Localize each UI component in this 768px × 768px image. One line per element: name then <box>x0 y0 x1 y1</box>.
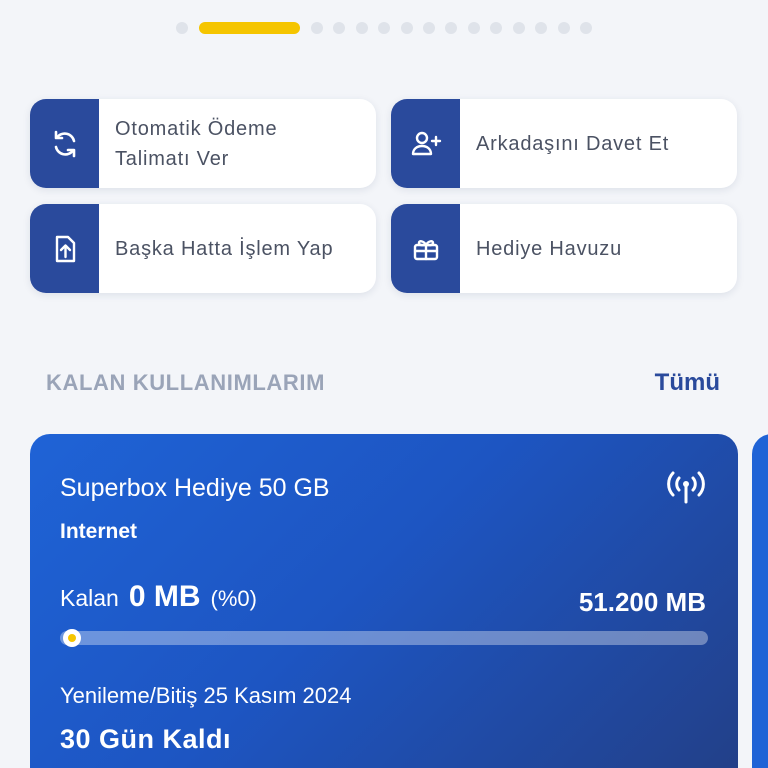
usage-progress-bar <box>60 629 708 647</box>
pager-dot-active[interactable] <box>199 22 300 34</box>
pager-dot[interactable] <box>558 22 570 34</box>
pager-dot[interactable] <box>468 22 480 34</box>
upload-file-icon <box>55 235 75 262</box>
gift-pool-label: Hediye Havuzu <box>476 237 623 260</box>
pager-dot[interactable] <box>378 22 390 34</box>
remaining-usage-title: KALAN KULLANIMLARIM <box>46 370 326 395</box>
invite-friend-card[interactable]: Arkadaşını Davet Et <box>391 99 737 188</box>
invite-friend-label: Arkadaşını Davet Et <box>476 132 670 155</box>
remaining-label: Kalan <box>60 585 119 611</box>
signal-tower-icon <box>667 471 705 504</box>
days-left: 30 Gün Kaldı <box>60 724 232 754</box>
remaining-value: 0 MB <box>128 580 201 613</box>
renewal-date: Yenileme/Bitiş 25 Kasım 2024 <box>60 683 352 708</box>
pager-dot[interactable] <box>176 22 188 34</box>
pager-dot[interactable] <box>580 22 592 34</box>
refresh-icon <box>54 130 75 157</box>
pager-dot[interactable] <box>423 22 435 34</box>
pager-dot[interactable] <box>311 22 323 34</box>
pager-dot[interactable] <box>535 22 547 34</box>
remaining-percent: (%0) <box>210 586 257 611</box>
total-quota: 51.200 MB <box>578 587 706 617</box>
package-type: Internet <box>60 520 138 543</box>
pager-dot[interactable] <box>333 22 345 34</box>
add-user-icon <box>411 131 441 155</box>
other-line-icon-box <box>30 204 99 293</box>
auto-payment-card[interactable]: Otomatik Ödeme Talimatı Ver <box>30 99 376 188</box>
usage-progress-knob <box>63 629 81 647</box>
gift-icon <box>413 239 438 260</box>
other-line-card[interactable]: Başka Hatta İşlem Yap <box>30 204 376 293</box>
next-usage-card[interactable] <box>752 434 768 768</box>
pager-dot[interactable] <box>356 22 368 34</box>
gift-pool-icon-box <box>391 204 460 293</box>
other-line-label: Başka Hatta İşlem Yap <box>115 237 334 260</box>
invite-friend-icon-box <box>391 99 460 188</box>
pager-dot[interactable] <box>513 22 525 34</box>
gift-pool-card[interactable]: Hediye Havuzu <box>391 204 737 293</box>
usage-card[interactable]: Superbox Hediye 50 GB Internet Kalan 0 M… <box>30 434 738 768</box>
page-indicator <box>0 22 768 34</box>
pager-dot[interactable] <box>445 22 457 34</box>
pager-dot[interactable] <box>490 22 502 34</box>
see-all-link[interactable]: Tümü <box>655 369 720 397</box>
auto-payment-icon-box <box>30 99 99 188</box>
auto-payment-label: Otomatik Ödeme Talimatı Ver <box>115 117 278 170</box>
remaining-row: Kalan 0 MB (%0) <box>60 580 257 614</box>
pager-dot[interactable] <box>401 22 413 34</box>
package-name: Superbox Hediye 50 GB <box>60 474 330 502</box>
